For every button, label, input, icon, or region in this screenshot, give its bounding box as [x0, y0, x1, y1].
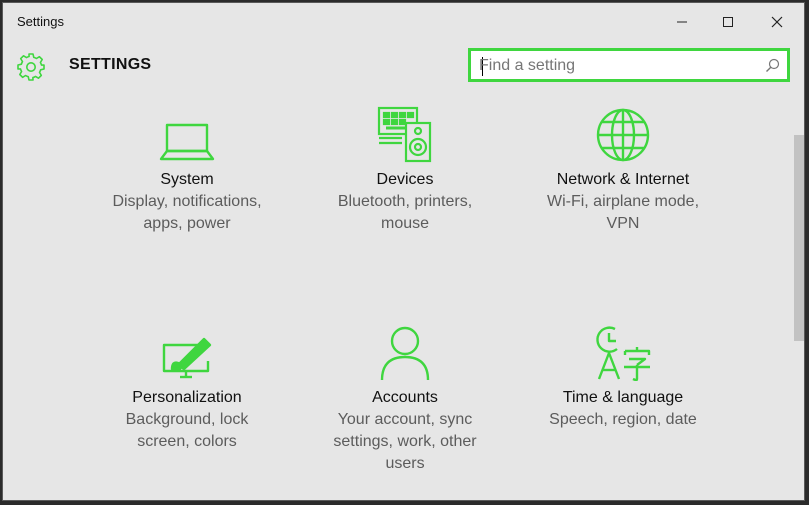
window-title: Settings: [17, 14, 64, 29]
tile-accounts[interactable]: Accounts Your account, sync settings, wo…: [290, 321, 520, 475]
person-icon: [380, 326, 430, 381]
vertical-scrollbar[interactable]: [791, 93, 804, 500]
devices-icon: [377, 106, 432, 163]
tile-description: Bluetooth, printers, mouse: [337, 193, 473, 232]
settings-window: Settings SETTINGS Find a setting System …: [2, 2, 805, 501]
tile-devices[interactable]: Devices Bluetooth, printers, mouse: [290, 103, 520, 235]
scrollbar-thumb[interactable]: [794, 135, 804, 341]
page-title: SETTINGS: [69, 56, 152, 73]
maximize-icon: [723, 17, 733, 27]
tile-description: Wi-Fi, airplane mode, VPN: [546, 193, 700, 232]
globe-icon: [596, 108, 650, 162]
close-button[interactable]: [754, 3, 800, 41]
tile-description: Display, notifications, apps, power: [112, 193, 262, 232]
minimize-icon: [677, 21, 687, 23]
tile-description: Your account, sync settings, work, other…: [333, 411, 477, 472]
close-icon: [771, 16, 783, 28]
search-box[interactable]: [468, 48, 790, 82]
tile-title: Devices: [376, 171, 434, 188]
title-bar[interactable]: Settings: [3, 3, 804, 41]
search-icon[interactable]: [765, 58, 780, 73]
tile-description: Background, lock screen, colors: [125, 411, 249, 450]
paintbrush-icon: [162, 337, 212, 379]
tile-title: Accounts: [372, 389, 438, 406]
tile-title: Personalization: [132, 389, 242, 406]
tile-system[interactable]: System Display, notifications, apps, pow…: [72, 103, 302, 235]
tile-title: System: [160, 171, 214, 188]
search-input[interactable]: [479, 54, 759, 78]
gear-icon: [17, 53, 45, 81]
maximize-button[interactable]: [705, 3, 751, 41]
tile-network-internet[interactable]: Network & Internet Wi-Fi, airplane mode,…: [508, 103, 738, 235]
laptop-icon: [159, 123, 215, 161]
tile-title: Time & language: [562, 389, 684, 406]
settings-header: SETTINGS: [3, 43, 804, 93]
tile-personalization[interactable]: Personalization Background, lock screen,…: [72, 321, 302, 453]
tile-title: Network & Internet: [556, 171, 690, 188]
tile-description: Speech, region, date: [549, 411, 697, 428]
minimize-button[interactable]: [659, 3, 705, 41]
time-language-icon: [596, 326, 651, 381]
tile-time-language[interactable]: Time & language Speech, region, date: [508, 321, 738, 431]
